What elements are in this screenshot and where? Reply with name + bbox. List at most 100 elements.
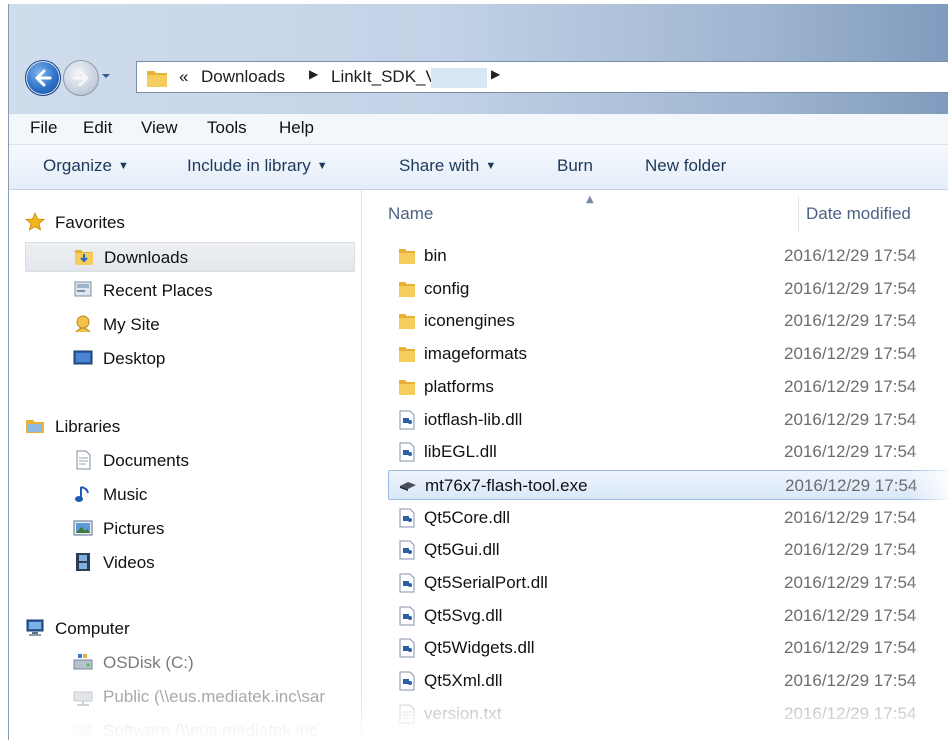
file-name: Qt5SerialPort.dll	[424, 573, 548, 592]
history-dropdown-icon[interactable]	[101, 71, 111, 81]
folder-icon	[147, 71, 167, 87]
music-icon	[75, 486, 89, 502]
back-button[interactable]	[25, 60, 61, 96]
include-label: Include in library	[187, 156, 311, 175]
dll-file-icon	[399, 671, 415, 691]
back-arrow-icon	[35, 69, 52, 87]
forward-button[interactable]	[63, 60, 99, 96]
nav-my-site[interactable]: My Site	[25, 310, 355, 340]
file-row[interactable]: config 2016/12/29 17:54	[388, 274, 948, 304]
navigation-pane: Favorites Downloads Recent Places My Sit…	[9, 190, 362, 740]
downloads-folder-icon	[75, 250, 93, 265]
nav-public-label: Public (\\eus.mediatek.inc\sar	[103, 687, 326, 706]
file-row[interactable]: Qt5Xml.dll 2016/12/29 17:54	[388, 666, 948, 696]
file-row[interactable]: version.txt 2016/12/29 17:54	[388, 699, 948, 729]
file-row[interactable]: bin 2016/12/29 17:54	[388, 241, 948, 271]
sort-ascending-icon: ▲	[586, 194, 594, 205]
file-name: version.txt	[424, 703, 502, 723]
videos-icon	[76, 553, 90, 571]
file-date-modified: 2016/12/29 17:54	[784, 605, 917, 625]
menu-tools[interactable]: Tools	[207, 118, 247, 138]
menu-edit[interactable]: Edit	[83, 118, 112, 138]
column-header-name[interactable]: Name	[388, 204, 433, 224]
breadcrumb-downloads[interactable]: Downloads	[201, 67, 285, 87]
nav-downloads-label: Downloads	[104, 248, 189, 267]
nav-documents-label: Documents	[103, 451, 189, 470]
file-row[interactable]: Qt5Core.dll 2016/12/29 17:54	[388, 503, 948, 533]
column-header-date-modified[interactable]: Date modified	[806, 204, 911, 224]
nav-public-share[interactable]: Public (\\eus.mediatek.inc\sar	[25, 682, 355, 712]
file-row[interactable]: imageformats 2016/12/29 17:54	[388, 339, 948, 369]
pictures-icon	[73, 520, 93, 536]
dll-file-icon	[399, 410, 415, 429]
file-row[interactable]: platforms 2016/12/29 17:54	[388, 372, 948, 402]
dll-file-icon	[399, 540, 415, 560]
file-row[interactable]: libEGL.dll 2016/12/29 17:54	[388, 437, 948, 467]
file-date-modified: 2016/12/29 17:54	[784, 344, 917, 364]
file-row[interactable]: mt76x7-flash-tool.exe 2016/12/29 17:54	[388, 469, 948, 500]
nav-desktop[interactable]: Desktop	[25, 344, 355, 374]
organize-button[interactable]: Organize ▼	[43, 156, 129, 176]
include-in-library-button[interactable]: Include in library ▼	[187, 156, 328, 176]
nav-recent-places[interactable]: Recent Places	[25, 276, 355, 306]
file-date-modified: 2016/12/29 17:54	[784, 376, 917, 396]
dropdown-arrow-icon: ▼	[117, 160, 129, 172]
network-drive-icon	[73, 725, 93, 736]
file-list: ▲ Name Date modified bin 2016/12/29 17:54…	[362, 190, 948, 740]
nav-software-share[interactable]: Software (\\eus.mediatek.inc	[25, 716, 355, 740]
dll-file-icon	[399, 573, 415, 593]
file-date-modified: 2016/12/29 17:54	[784, 278, 917, 298]
file-name: Qt5Xml.dll	[424, 671, 503, 691]
file-row[interactable]: Qt5Widgets.dll 2016/12/29 17:54	[388, 633, 948, 663]
file-name: Qt5Core.dll	[424, 507, 510, 527]
dll-file-icon	[399, 638, 415, 658]
menu-view[interactable]: View	[141, 118, 178, 138]
dropdown-arrow-icon: ▼	[485, 160, 497, 172]
file-name: platforms	[424, 376, 494, 396]
nav-pictures[interactable]: Pictures	[25, 514, 355, 544]
breadcrumb-chevron-icon[interactable]: ▶	[491, 67, 500, 81]
new-folder-button[interactable]: New folder	[645, 156, 726, 176]
breadcrumb-chevron-icon[interactable]: ▶	[309, 67, 318, 81]
nav-libraries[interactable]: Libraries	[25, 412, 355, 442]
folder-icon	[399, 281, 415, 297]
my-site-icon	[75, 315, 91, 333]
file-name: Qt5Gui.dll	[424, 540, 500, 560]
file-date-modified: 2016/12/29 17:54	[785, 475, 918, 495]
nav-computer[interactable]: Computer	[25, 614, 355, 644]
breadcrumb-overflow[interactable]: «	[179, 67, 188, 87]
file-row[interactable]: Qt5Gui.dll 2016/12/29 17:54	[388, 535, 948, 565]
column-divider[interactable]	[798, 196, 799, 232]
breadcrumb-linkit-sdk[interactable]: LinkIt_SDK_V	[331, 67, 437, 87]
file-date-modified: 2016/12/29 17:54	[784, 246, 917, 265]
nav-documents[interactable]: Documents	[25, 446, 355, 476]
nav-osdisk[interactable]: OSDisk (C:)	[25, 648, 355, 678]
file-row[interactable]: Qt5SerialPort.dll 2016/12/29 17:54	[388, 568, 948, 598]
nav-computer-label: Computer	[55, 619, 130, 638]
nav-recent-label: Recent Places	[103, 281, 213, 300]
nav-favorites-label: Favorites	[55, 213, 125, 232]
file-row[interactable]: iconengines 2016/12/29 17:54	[388, 306, 948, 336]
file-date-modified: 2016/12/29 17:54	[784, 671, 917, 691]
file-name: Qt5Svg.dll	[424, 605, 503, 625]
menu-help[interactable]: Help	[279, 118, 314, 138]
folder-icon	[399, 314, 415, 330]
menu-file[interactable]: File	[30, 118, 57, 138]
burn-button[interactable]: Burn	[557, 156, 593, 176]
nav-pictures-label: Pictures	[103, 519, 165, 538]
address-bar[interactable]: « Downloads ▶ LinkIt_SDK_V ▶	[136, 61, 948, 93]
file-row[interactable]: Qt5Svg.dll 2016/12/29 17:54	[388, 601, 948, 631]
nav-videos[interactable]: Videos	[25, 548, 355, 578]
file-date-modified: 2016/12/29 17:54	[784, 638, 917, 658]
nav-favorites[interactable]: Favorites	[25, 208, 355, 238]
file-name: mt76x7-flash-tool.exe	[425, 475, 588, 495]
disk-drive-icon	[73, 654, 93, 670]
nav-music[interactable]: Music	[25, 480, 355, 510]
title-bar: « Downloads ▶ LinkIt_SDK_V ▶	[9, 4, 948, 114]
file-row[interactable]: iotflash-lib.dll 2016/12/29 17:54	[388, 405, 948, 435]
file-name: iconengines	[424, 311, 515, 331]
dll-file-icon	[399, 508, 415, 528]
nav-libraries-label: Libraries	[55, 417, 121, 436]
nav-downloads[interactable]: Downloads	[25, 242, 355, 272]
share-with-button[interactable]: Share with ▼	[399, 156, 496, 176]
